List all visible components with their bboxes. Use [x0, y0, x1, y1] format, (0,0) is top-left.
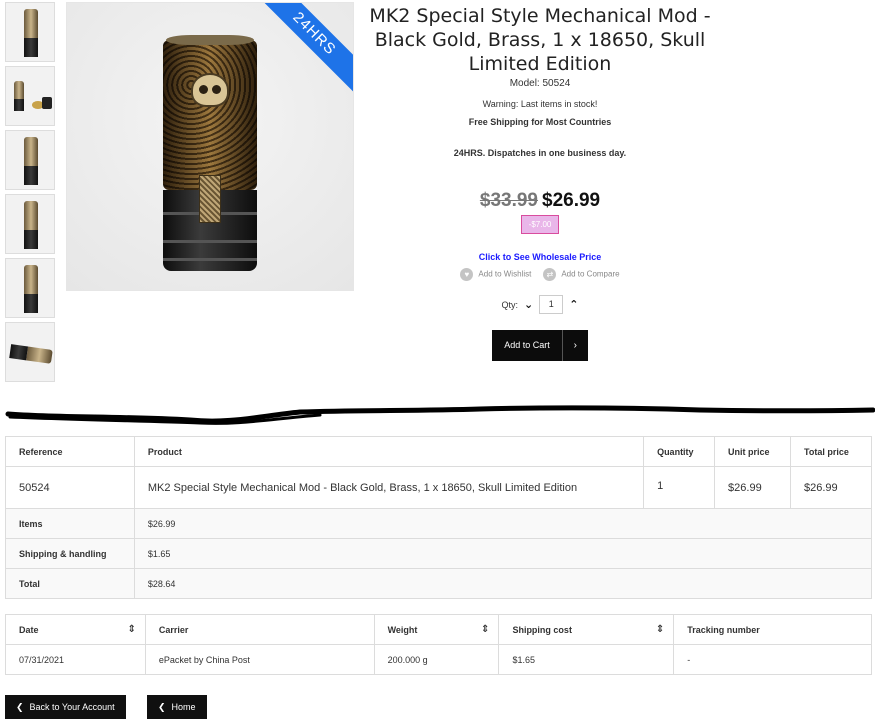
table-row: 07/31/2021 ePacket by China Post 200.000…	[5, 644, 872, 675]
model-label: Model:	[509, 78, 540, 89]
summary-shipping-row: Shipping & handling $1.65	[5, 538, 873, 569]
ship-date: 07/31/2021	[5, 644, 146, 675]
dispatch-note: 24HRS. Dispatches in one business day.	[453, 148, 627, 158]
col-reference: Reference	[5, 436, 135, 467]
stock-warning: Warning: Last items in stock!	[482, 99, 598, 109]
row-quantity: 1	[643, 466, 716, 509]
chevron-left-icon: ❮	[16, 702, 24, 712]
summary-total-label: Total	[5, 568, 135, 599]
summary-items-row: Items $26.99	[5, 508, 873, 539]
col-shipping-cost-label: Shipping cost	[512, 624, 572, 635]
summary-shipping-label: Shipping & handling	[5, 538, 135, 569]
ship-tracking: -	[673, 644, 872, 675]
order-table-header: Reference Product Quantity Unit price To…	[5, 436, 872, 467]
product-model: Model: 50524	[362, 78, 718, 89]
heart-icon: ♥	[460, 268, 474, 281]
compare-icon: ⇄	[543, 268, 557, 281]
back-to-account-label: Back to Your Account	[29, 702, 115, 712]
thumbnail-6[interactable]	[5, 322, 55, 382]
wishlist-label: Add to Wishlist	[478, 269, 532, 279]
chevron-right-icon: ›	[561, 330, 588, 361]
free-shipping-note: Free Shipping for Most Countries	[468, 117, 612, 127]
scribble-divider	[5, 405, 875, 425]
order-details-table: Reference Product Quantity Unit price To…	[5, 436, 873, 599]
col-date[interactable]: Date ⇕	[5, 614, 146, 645]
table-row: 50524 MK2 Special Style Mechanical Mod -…	[5, 466, 872, 509]
col-weight[interactable]: Weight ⇕	[373, 614, 500, 645]
home-label: Home	[171, 702, 196, 712]
summary-total-row: Total $28.64	[5, 568, 873, 599]
summary-shipping-value: $1.65	[133, 538, 873, 569]
add-to-compare-link[interactable]: ⇄ Add to Compare	[543, 268, 620, 281]
row-unit-price: $26.99	[714, 466, 792, 509]
summary-total-value: $28.64	[133, 568, 873, 599]
row-reference: 50524	[5, 466, 135, 509]
sort-icon: ⇕	[127, 624, 136, 635]
col-weight-label: Weight	[387, 624, 418, 635]
sort-icon: ⇕	[481, 624, 490, 635]
thumbnail-1[interactable]	[5, 2, 55, 62]
product-main-image[interactable]: 24HRS	[66, 2, 354, 291]
chevron-left-icon: ❮	[158, 702, 166, 712]
qty-input[interactable]: 1	[539, 295, 564, 314]
discount-badge: -$7.00	[520, 215, 560, 234]
home-button[interactable]: ❮ Home	[147, 695, 207, 719]
thumbnail-5[interactable]	[5, 258, 55, 318]
thumbnail-list	[5, 2, 57, 386]
add-to-wishlist-link[interactable]: ♥ Add to Wishlist	[460, 268, 531, 281]
ship-cost: $1.65	[498, 644, 675, 675]
col-unit-price: Unit price	[714, 436, 792, 467]
thumbnail-3[interactable]	[5, 130, 55, 190]
wholesale-price-link[interactable]: Click to See Wholesale Price	[362, 252, 718, 262]
row-product: MK2 Special Style Mechanical Mod - Black…	[133, 466, 645, 509]
thumbnail-2[interactable]	[5, 66, 55, 126]
add-to-cart-button[interactable]: Add to Cart ›	[492, 330, 588, 361]
quantity-selector: Qty: ⌄ 1 ⌃	[362, 295, 718, 314]
ship-weight: 200.000 g	[373, 644, 500, 675]
price-block: $33.99 $26.99	[362, 190, 718, 212]
compare-label: Add to Compare	[561, 269, 620, 279]
qty-increase-icon[interactable]: ⌃	[569, 298, 578, 311]
wishlist-compare-row: ♥ Add to Wishlist ⇄ Add to Compare	[362, 268, 718, 281]
24hrs-badge: 24HRS	[251, 3, 353, 97]
col-carrier: Carrier	[144, 614, 375, 645]
old-price: $33.99	[479, 190, 538, 211]
product-photo-mod	[163, 35, 257, 271]
col-date-label: Date	[19, 624, 39, 635]
ship-carrier: ePacket by China Post	[144, 644, 375, 675]
shipping-table-header: Date ⇕ Carrier Weight ⇕ Shipping cost ⇕ Tra…	[5, 614, 872, 645]
thumbnail-4[interactable]	[5, 194, 55, 254]
product-title: MK2 Special Style Mechanical Mod - Black…	[369, 5, 711, 75]
shipping-table: Date ⇕ Carrier Weight ⇕ Shipping cost ⇕ Tra…	[5, 614, 872, 675]
current-price: $26.99	[542, 190, 601, 211]
product-info: MK2 Special Style Mechanical Mod - Black…	[362, 4, 718, 361]
summary-items-value: $26.99	[133, 508, 873, 539]
col-shipping-cost[interactable]: Shipping cost ⇕	[498, 614, 675, 645]
summary-items-label: Items	[5, 508, 135, 539]
back-to-account-button[interactable]: ❮ Back to Your Account	[5, 695, 126, 719]
model-value: 50524	[542, 78, 571, 89]
qty-label: Qty:	[501, 299, 519, 310]
add-to-cart-label: Add to Cart	[492, 330, 562, 361]
col-total-price: Total price	[790, 436, 872, 467]
qty-decrease-icon[interactable]: ⌄	[524, 298, 533, 311]
col-product: Product	[133, 436, 645, 467]
col-tracking-number: Tracking number	[673, 614, 872, 645]
sort-icon: ⇕	[655, 624, 665, 635]
row-total-price: $26.99	[790, 466, 872, 509]
col-quantity: Quantity	[643, 436, 716, 467]
